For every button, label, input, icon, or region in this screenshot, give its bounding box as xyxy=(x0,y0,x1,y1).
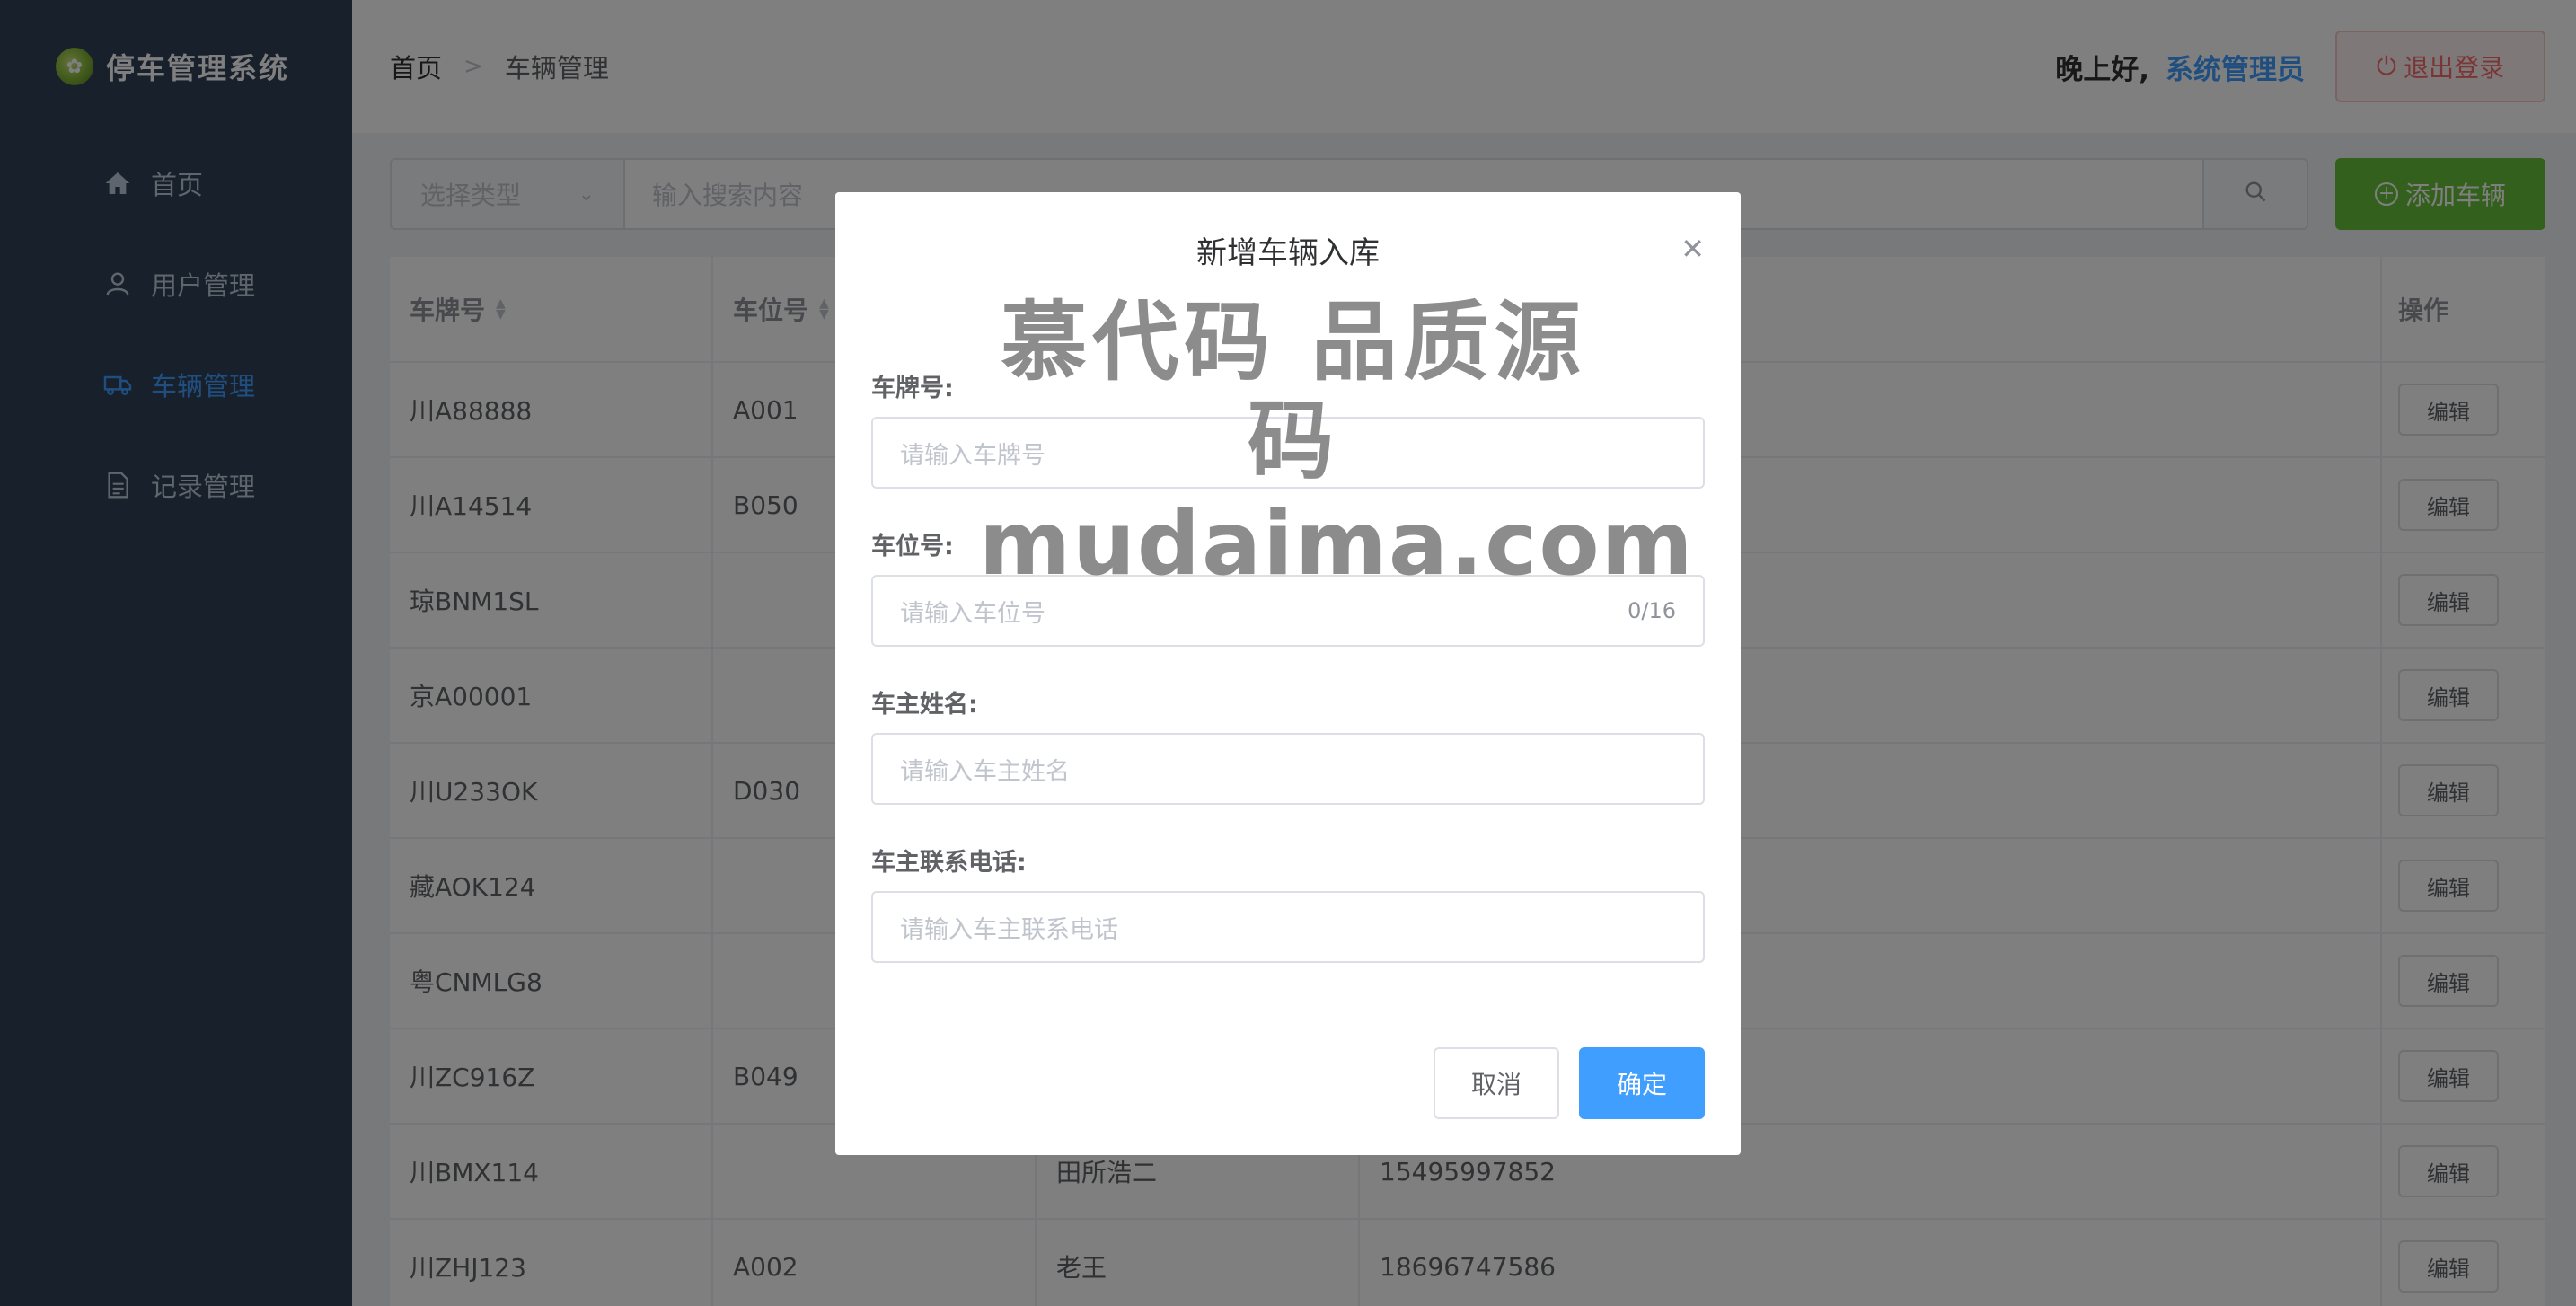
watermark-line2: mudaima.com xyxy=(979,493,1695,596)
owner-phone-input[interactable]: 请输入车主联系电话 xyxy=(871,891,1705,963)
watermark: 慕代码 品质源码 mudaima.com xyxy=(979,292,1695,598)
owner-phone-field: 车主联系电话: 请输入车主联系电话 xyxy=(871,843,1705,963)
owner-name-field: 车主姓名: 请输入车主姓名 xyxy=(871,684,1705,805)
owner-name-placeholder: 请输入车主姓名 xyxy=(900,757,1070,786)
dialog-footer: 取消 确定 xyxy=(1434,1047,1705,1119)
owner-phone-placeholder: 请输入车主联系电话 xyxy=(900,915,1118,944)
slot-placeholder: 请输入车位号 xyxy=(900,599,1045,628)
owner-name-input[interactable]: 请输入车主姓名 xyxy=(871,733,1705,805)
watermark-line1: 慕代码 品质源码 xyxy=(1001,292,1586,491)
char-counter: 0/16 xyxy=(1628,598,1676,623)
owner-name-label: 车主姓名: xyxy=(871,691,978,719)
dialog-title: 新增车辆入库 xyxy=(1196,235,1380,271)
close-icon[interactable]: ✕ xyxy=(1681,232,1705,266)
cancel-button[interactable]: 取消 xyxy=(1434,1047,1559,1119)
owner-phone-label: 车主联系电话: xyxy=(871,849,1027,877)
confirm-button[interactable]: 确定 xyxy=(1579,1047,1705,1119)
